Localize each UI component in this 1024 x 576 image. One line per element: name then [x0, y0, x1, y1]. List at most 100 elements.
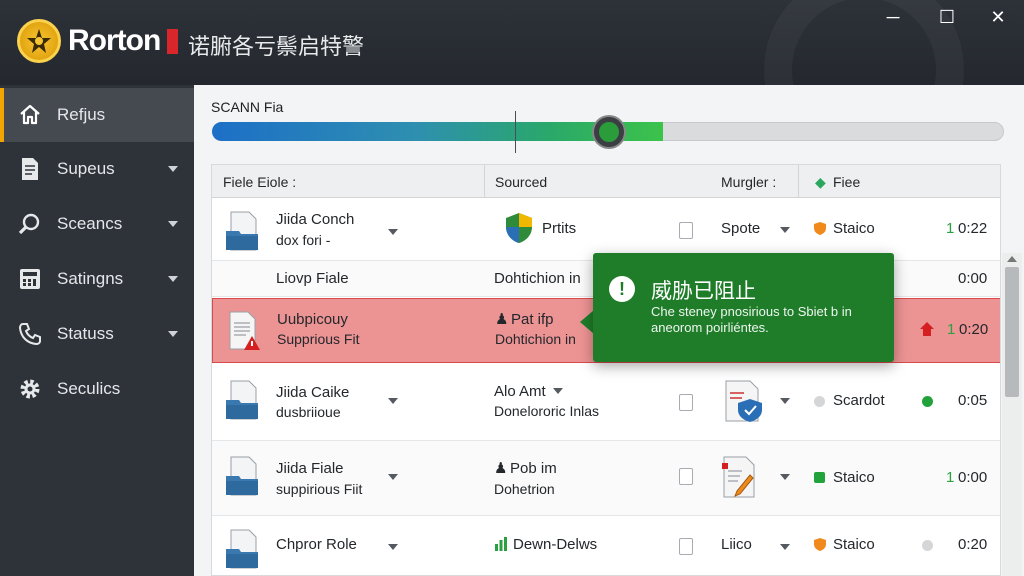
folder-file-icon [226, 211, 258, 251]
table-row[interactable]: Chpror Role Dewn-Delws Liico Staico 0:20 [212, 516, 1000, 575]
folder-file-icon [226, 456, 258, 496]
sidebar-item-label: Seculics [57, 379, 121, 398]
edit-file-icon [722, 456, 755, 498]
row-checkbox[interactable] [679, 394, 693, 411]
toast-message: Che steney pnosirious to Sbiet b in aneo… [651, 304, 852, 335]
table-header: Fiele Eiole : Sourced Murgler : ◆ Fiee [212, 165, 1000, 198]
status-dot [922, 540, 933, 551]
source-subtitle: Dohtichion in [495, 331, 576, 347]
status-value: Staico [833, 220, 875, 237]
toast-title: 威胁已阻止 [651, 280, 756, 303]
status-square-icon [814, 472, 825, 483]
file-name: Uubpicouy [277, 311, 348, 328]
column-header-murgler[interactable]: Murgler : [721, 174, 776, 190]
logo-badge-icon [17, 19, 61, 63]
chevron-down-icon [168, 166, 178, 172]
sidebar-item-refjus[interactable]: Refjus [0, 88, 194, 142]
maximize-button[interactable]: ☐ [930, 6, 964, 28]
column-divider [484, 165, 485, 198]
home-icon [18, 103, 42, 127]
file-subtitle: dusbriioue [276, 404, 341, 420]
title-bar: Rorton 诺腑各亏鬃启特警 ─ ☐ ✕ [0, 0, 1024, 85]
sidebar-item-seculics[interactable]: Seculics [0, 362, 194, 416]
scan-progress-handle[interactable] [594, 117, 624, 147]
status-value: Scardot [833, 392, 885, 409]
gear-icon [18, 377, 42, 401]
action-value: Liico [721, 536, 752, 553]
source-name: Alo Amt [494, 383, 546, 400]
status-dot [922, 396, 933, 407]
sidebar-item-satingns[interactable]: Satingns [0, 252, 194, 306]
sidebar-item-supeus[interactable]: Supeus [0, 142, 194, 196]
file-name: Chpror Role [276, 536, 357, 553]
column-header-file[interactable]: Fiele Eiole : [223, 174, 296, 190]
chevron-down-icon[interactable] [388, 474, 398, 480]
row-checkbox[interactable] [679, 538, 693, 555]
column-header-free[interactable]: Fiee [833, 174, 860, 190]
source-name: Pob im [510, 460, 557, 477]
file-name: Jiida Caike [276, 384, 350, 401]
status-value: Staico [833, 536, 875, 553]
chevron-down-icon[interactable] [388, 398, 398, 404]
chevron-down-icon[interactable] [388, 229, 398, 235]
status-value: Staico [833, 469, 875, 486]
scrollbar-thumb[interactable] [1005, 267, 1019, 397]
column-divider [798, 165, 799, 198]
file-name: Jiida Fiale [276, 460, 344, 477]
folder-file-icon [226, 529, 258, 569]
scan-time: 0:22 [958, 220, 988, 237]
brand-accent-bar [167, 29, 178, 54]
file-subtitle: dox fori - [276, 232, 331, 248]
action-value: Spote [721, 220, 761, 237]
file-subtitle: Supprious Fit [277, 331, 360, 347]
scan-label: SCANN Fia [211, 99, 284, 115]
row-checkbox[interactable] [679, 468, 693, 485]
orange-shield-icon [814, 538, 826, 551]
table-row[interactable]: Jiida Fiale suppirious Fiit ♟ Pob im Doh… [212, 441, 1000, 516]
chevron-down-icon[interactable] [780, 544, 790, 550]
close-button[interactable]: ✕ [981, 6, 1015, 28]
person-icon: ♟ [495, 311, 509, 328]
chevron-down-icon[interactable] [388, 544, 398, 550]
person-icon: ♟ [494, 460, 508, 477]
status-dot [814, 396, 825, 407]
chevron-down-icon[interactable] [780, 398, 790, 404]
column-header-source[interactable]: Sourced [495, 174, 547, 190]
sidebar: Refjus Supeus Sceancs Satingns Statuss S… [0, 85, 194, 576]
threat-count: 1 [946, 220, 955, 237]
progress-marker [515, 111, 516, 153]
table-row[interactable]: Jiida Caike dusbriioue Alo Amt Doneloror… [212, 364, 1000, 441]
threat-count: 1 [946, 469, 955, 486]
file-name: Liovp Fiale [276, 270, 349, 287]
source-subtitle: Donelororic Inlas [494, 403, 600, 419]
source-name: Prtits [542, 220, 577, 237]
shield-icon [506, 213, 532, 243]
bar-chart-icon [495, 537, 507, 551]
chevron-down-icon[interactable] [780, 227, 790, 233]
source-name: Pat ifp [511, 311, 554, 328]
sidebar-item-statuss[interactable]: Statuss [0, 307, 194, 361]
app-title: 诺腑各亏鬃启特警 [188, 34, 365, 59]
sidebar-item-label: Refjus [57, 105, 106, 124]
scan-time: 0:00 [958, 469, 988, 486]
table-scrollbar[interactable] [1002, 253, 1022, 576]
threat-blocked-toast[interactable]: ! 威胁已阻止 Che steney pnosirious to Sbiet b… [593, 253, 894, 362]
protected-file-icon [725, 380, 762, 422]
chevron-down-icon[interactable] [780, 474, 790, 480]
sidebar-item-label: Satingns [57, 269, 124, 288]
sidebar-item-label: Supeus [57, 159, 115, 178]
row-checkbox[interactable] [679, 222, 693, 239]
source-subtitle: Dohetrion [494, 481, 555, 497]
chevron-down-icon[interactable] [553, 388, 563, 394]
threat-count: 1 [947, 321, 956, 338]
table-row[interactable]: Jiida Conch dox fori - Prtits Spote Stai… [212, 199, 1000, 261]
sidebar-item-sceancs[interactable]: Sceancs [0, 197, 194, 251]
exclamation-icon: ! [609, 276, 635, 302]
scroll-up-arrow-icon[interactable] [1007, 256, 1017, 262]
orange-shield-icon [814, 222, 826, 235]
sidebar-item-label: Sceancs [57, 214, 123, 233]
phone-icon [18, 322, 42, 346]
diamond-icon: ◆ [815, 174, 826, 190]
scan-time: 0:20 [958, 536, 988, 553]
minimize-button[interactable]: ─ [876, 6, 910, 28]
